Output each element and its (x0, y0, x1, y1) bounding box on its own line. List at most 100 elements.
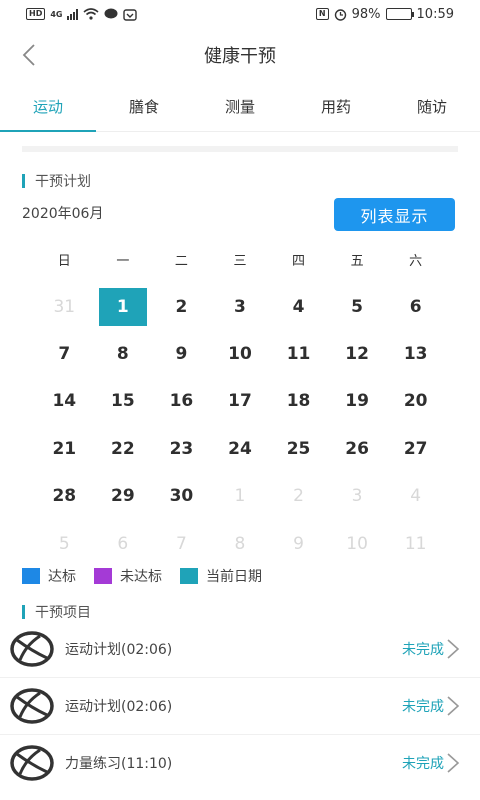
legend-swatch (180, 568, 198, 584)
legend-label: 未达标 (120, 569, 162, 585)
status-bar: HD 4G N 98% 10:59 (0, 0, 480, 28)
calendar-day[interactable]: 30 (152, 473, 211, 520)
task-name: 运动计划(02:06) (65, 641, 173, 658)
calendar-day[interactable]: 21 (35, 425, 94, 472)
calendar-day-number: 30 (169, 486, 194, 507)
calendar-day-outside-month[interactable]: 2 (269, 473, 328, 520)
legend-swatch (22, 568, 40, 584)
basketball-icon (10, 744, 54, 781)
category-tabs: 运动 膳食 测量 用药 随访 (0, 82, 480, 132)
task-row[interactable]: 运动计划(02:06) 未完成 (0, 677, 480, 734)
calendar-day[interactable]: 9 (152, 330, 211, 377)
list-view-button[interactable]: 列表显示 (334, 198, 455, 231)
calendar-day-number: 19 (345, 391, 369, 412)
calendar-day-outside-month[interactable]: 10 (328, 520, 387, 567)
calendar-day-outside-month[interactable]: 31 (35, 283, 94, 330)
calendar-day-outside-month[interactable]: 11 (386, 520, 445, 567)
plan-section-title: 干预计划 (35, 174, 91, 190)
calendar-grid: 31 1 2 3 4 5 6 7 8 9 10 11 12 13 14 15 16 17 18 19 20 21 22 23 2… (35, 283, 445, 567)
status-right: N 98% 10:59 (315, 7, 454, 22)
calendar-day-number: 7 (175, 533, 187, 554)
calendar-day[interactable]: 13 (386, 330, 445, 377)
calendar-day[interactable]: 14 (35, 378, 94, 425)
task-row[interactable]: 运动计划(02:06) 未完成 (0, 620, 480, 677)
basketball-icon (10, 687, 54, 724)
calendar-day-number: 1 (98, 287, 147, 326)
weekday-label: 日 (57, 254, 71, 269)
calendar-day-number: 18 (286, 391, 311, 412)
calendar-day[interactable]: 23 (152, 425, 211, 472)
calendar-day-outside-month[interactable]: 9 (269, 520, 328, 567)
calendar-day-number: 2 (175, 296, 188, 317)
calendar-day[interactable]: 18 (269, 378, 328, 425)
tab-exercise[interactable]: 运动 (0, 82, 96, 132)
calendar-day[interactable]: 15 (94, 378, 153, 425)
calendar-day-number: 12 (345, 344, 369, 365)
calendar-day[interactable]: 5 (328, 283, 387, 330)
tab-medication[interactable]: 用药 (288, 82, 384, 131)
calendar-day-number: 13 (403, 344, 428, 365)
battery-icon (385, 8, 414, 20)
calendar-day-number: 17 (228, 391, 252, 412)
calendar-day[interactable]: 16 (152, 378, 211, 425)
calendar-day-outside-month[interactable]: 8 (211, 520, 270, 567)
calendar-day-number: 7 (58, 344, 71, 365)
items-section-header: 干预项目 (22, 602, 91, 622)
tab-diet[interactable]: 膳食 (96, 82, 192, 131)
calendar-day-outside-month[interactable]: 6 (94, 520, 153, 567)
calendar-day-outside-month[interactable]: 3 (328, 473, 387, 520)
calendar-day-number: 6 (409, 296, 422, 317)
calendar-day[interactable]: 28 (35, 473, 94, 520)
calendar-day[interactable]: 4 (269, 283, 328, 330)
calendar-day-number: 3 (351, 486, 363, 507)
calendar-day-number: 8 (234, 533, 246, 554)
calendar-day[interactable]: 11 (269, 330, 328, 377)
calendar-day-number: 6 (117, 533, 129, 554)
weekday-label: 五 (350, 254, 364, 269)
calendar-day[interactable]: 25 (269, 425, 328, 472)
status-left: HD 4G (26, 8, 138, 21)
calendar-day-number: 14 (52, 391, 77, 412)
task-row[interactable]: 力量练习(11:10) 未完成 (0, 734, 480, 791)
task-name: 力量练习(11:10) (65, 755, 173, 772)
weekday-label: 四 (292, 254, 306, 269)
calendar-day[interactable]: 19 (328, 378, 387, 425)
calendar-day[interactable]: 10 (211, 330, 270, 377)
back-button[interactable] (14, 40, 44, 70)
calendar-day[interactable]: 3 (211, 283, 270, 330)
calendar-day[interactable]: 27 (386, 425, 445, 472)
calendar-day[interactable]: 20 (386, 378, 445, 425)
calendar-day-number: 4 (410, 486, 422, 507)
task-status: 未完成 (402, 698, 444, 715)
alarm-icon (334, 8, 346, 21)
tab-measurement[interactable]: 测量 (192, 82, 288, 131)
calendar-day[interactable]: 17 (211, 378, 270, 425)
calendar-day[interactable]: 2 (152, 283, 211, 330)
hd-badge: HD (26, 8, 46, 20)
calendar-day-number: 31 (53, 296, 76, 317)
calendar-day-outside-month[interactable]: 5 (35, 520, 94, 567)
calendar-day[interactable]: 6 (386, 283, 445, 330)
calendar-day[interactable]: 22 (94, 425, 153, 472)
plan-section-header: 干预计划 (22, 171, 91, 191)
calendar-day-outside-month[interactable]: 1 (211, 473, 270, 520)
calendar-day-number: 9 (175, 344, 188, 365)
chevron-right-icon (447, 638, 460, 659)
chat-icon (104, 8, 118, 19)
calendar-day[interactable]: 12 (328, 330, 387, 377)
calendar-day[interactable]: 24 (211, 425, 270, 472)
calendar-day-number: 11 (404, 533, 427, 554)
calendar-day-number: 15 (111, 391, 135, 412)
calendar-day-number: 29 (111, 486, 135, 507)
calendar-day-outside-month[interactable]: 7 (152, 520, 211, 567)
tab-followup[interactable]: 随访 (384, 82, 480, 131)
calendar-day[interactable]: 26 (328, 425, 387, 472)
calendar-day[interactable]: 8 (94, 330, 153, 377)
calendar-day-number: 11 (286, 344, 311, 365)
calendar-day-number: 1 (234, 486, 246, 507)
calendar-day-number: 24 (228, 438, 252, 459)
calendar-day-today[interactable]: 1 (94, 283, 153, 330)
calendar-day[interactable]: 7 (35, 330, 94, 377)
calendar-day[interactable]: 29 (94, 473, 153, 520)
calendar-day-outside-month[interactable]: 4 (386, 473, 445, 520)
